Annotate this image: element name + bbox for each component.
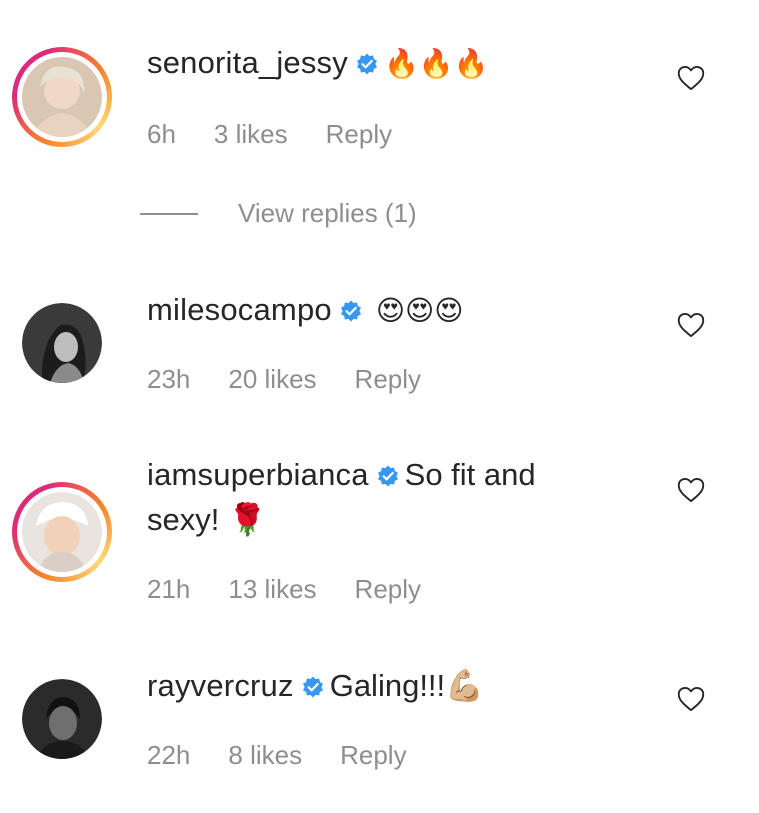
comment-meta: 21h 13 likes Reply xyxy=(147,574,459,605)
verified-badge-icon xyxy=(377,465,399,487)
avatar-photo xyxy=(22,492,102,572)
comment-text: So fit and xyxy=(404,457,536,492)
comment-text-row-2: sexy! 🌹 xyxy=(147,498,617,542)
username[interactable]: iamsuperbianca xyxy=(147,457,369,492)
avatar-photo xyxy=(22,679,102,759)
likes-count[interactable]: 13 likes xyxy=(228,574,316,605)
username[interactable]: milesocampo xyxy=(147,292,332,327)
reply-button[interactable]: Reply xyxy=(355,364,421,395)
timestamp[interactable]: 6h xyxy=(147,119,176,150)
comment-meta: 22h 8 likes Reply xyxy=(147,740,445,771)
likes-count[interactable]: 20 likes xyxy=(228,364,316,395)
timestamp[interactable]: 22h xyxy=(147,740,190,771)
heart-outline-icon[interactable] xyxy=(677,686,705,712)
avatar[interactable] xyxy=(12,47,112,147)
comment-text-row: milesocampo 😍😍😍 xyxy=(147,288,617,333)
comment-text-row: rayvercruz Galing!!!💪🏼 xyxy=(147,664,617,708)
comment-text: 🔥🔥🔥 xyxy=(383,47,489,80)
divider-line xyxy=(140,212,198,215)
comment-text-row: iamsuperbianca So fit and xyxy=(147,453,617,497)
timestamp[interactable]: 21h xyxy=(147,574,190,605)
avatar[interactable] xyxy=(12,482,112,582)
comment-text-row: senorita_jessy 🔥🔥🔥 xyxy=(147,41,617,86)
comment-meta: 6h 3 likes Reply xyxy=(147,119,430,150)
reply-button[interactable]: Reply xyxy=(355,574,421,605)
verified-badge-icon xyxy=(302,676,324,698)
avatar-photo xyxy=(22,303,102,383)
heart-outline-icon[interactable] xyxy=(677,65,705,91)
comment-meta: 23h 20 likes Reply xyxy=(147,364,459,395)
reply-button[interactable]: Reply xyxy=(326,119,392,150)
username[interactable]: senorita_jessy xyxy=(147,45,348,80)
likes-count[interactable]: 3 likes xyxy=(214,119,288,150)
username[interactable]: rayvercruz xyxy=(147,668,294,703)
verified-badge-icon xyxy=(340,300,362,322)
heart-outline-icon[interactable] xyxy=(677,312,705,338)
heart-outline-icon[interactable] xyxy=(677,477,705,503)
comment-text: 😍😍😍 xyxy=(375,294,464,327)
likes-count[interactable]: 8 likes xyxy=(228,740,302,771)
reply-button[interactable]: Reply xyxy=(340,740,406,771)
avatar-photo xyxy=(22,57,102,137)
verified-badge-icon xyxy=(356,53,378,75)
avatar[interactable] xyxy=(22,303,102,383)
view-replies-label: View replies (1) xyxy=(238,198,417,228)
comment-text-continued: sexy! 🌹 xyxy=(147,502,267,537)
avatar[interactable] xyxy=(22,679,102,759)
comment-text: Galing!!!💪🏼 xyxy=(329,668,484,703)
view-replies-button[interactable]: View replies (1) xyxy=(140,198,417,229)
timestamp[interactable]: 23h xyxy=(147,364,190,395)
